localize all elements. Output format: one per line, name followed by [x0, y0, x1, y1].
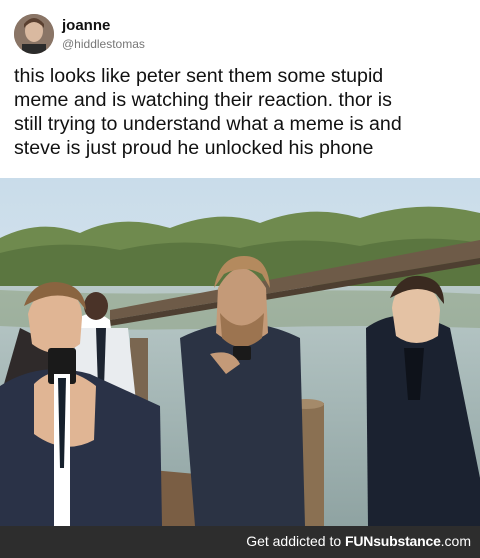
tweet-line: this looks like peter sent them some stu… [14, 65, 384, 87]
tweet-line: meme and is watching their reaction. tho… [14, 89, 392, 111]
tweet-photo[interactable] [0, 178, 480, 526]
tweet-header: joanne @hiddlestomas this looks like pet… [0, 0, 480, 178]
avatar[interactable] [14, 14, 54, 54]
tweet-text: this looks like peter sent them some stu… [14, 64, 474, 160]
footer-bar: Get addicted to FUNsubstance.com [0, 526, 480, 558]
username[interactable]: joanne [62, 17, 110, 34]
user-handle[interactable]: @hiddlestomas [62, 37, 145, 51]
tweet-line: still trying to understand what a meme i… [14, 113, 402, 135]
footer-link[interactable]: Get addicted to FUNsubstance.com [246, 533, 471, 549]
brand-domain: .com [440, 533, 471, 549]
footer-prefix: Get addicted to [246, 533, 346, 549]
tweet-line: steve is just proud he unlocked his phon… [14, 137, 374, 159]
brand-name: FUNsubstance [345, 533, 441, 549]
